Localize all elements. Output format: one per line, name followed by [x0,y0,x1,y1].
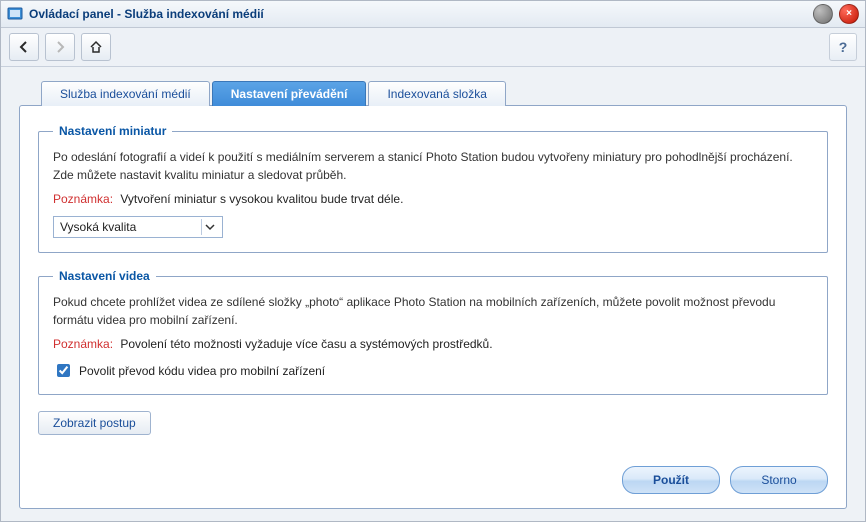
enable-mobile-transcode-checkbox[interactable] [57,364,70,377]
video-note: Poznámka: Povolení této možnosti vyžaduj… [53,337,813,351]
enable-mobile-transcode-row[interactable]: Povolit převod kódu videa pro mobilní za… [53,361,813,380]
content-area: Služba indexování médií Nastavení převád… [1,67,865,521]
video-settings-description: Pokud chcete prohlížet videa ze sdílené … [53,293,813,329]
window-title: Ovládací panel - Služba indexování médií [29,7,807,21]
arrow-right-icon [53,40,67,54]
help-button[interactable]: ? [829,33,857,61]
thumbnail-quality-value: Vysoká kvalita [60,220,136,234]
chevron-down-icon [201,219,218,235]
tab-media-index-service[interactable]: Služba indexování médií [41,81,210,106]
tab-indexed-folder[interactable]: Indexovaná složka [368,81,505,106]
forward-button[interactable] [45,33,75,61]
enable-mobile-transcode-label: Povolit převod kódu videa pro mobilní za… [79,364,325,378]
close-icon: × [846,9,852,19]
toolbar: ? [1,28,865,67]
arrow-left-icon [17,40,31,54]
thumbnail-settings-description: Po odeslání fotografií a videí k použití… [53,148,813,184]
tab-bar: Služba indexování médií Nastavení převád… [41,81,847,106]
home-button[interactable] [81,33,111,61]
control-panel-icon [7,6,23,22]
thumbnail-quality-select[interactable]: Vysoká kvalita [53,216,223,238]
home-icon [89,40,103,54]
tab-conversion-settings[interactable]: Nastavení převádění [212,81,367,106]
close-button[interactable]: × [839,4,859,24]
thumbnail-settings-group: Nastavení miniatur Po odeslání fotografi… [38,124,828,253]
tab-page-conversion: Nastavení miniatur Po odeslání fotografi… [19,105,847,509]
back-button[interactable] [9,33,39,61]
dialog-footer: Použít Storno [38,454,828,494]
titlebar: Ovládací panel - Služba indexování médií… [1,1,865,28]
thumbnail-note-text: Vytvoření miniatur s vysokou kvalitou bu… [120,192,403,206]
video-note-text: Povolení této možnosti vyžaduje více čas… [120,337,492,351]
window: Ovládací panel - Služba indexování médií… [0,0,866,522]
note-label: Poznámka: [53,337,113,351]
video-settings-group: Nastavení videa Pokud chcete prohlížet v… [38,269,828,395]
thumbnail-settings-legend: Nastavení miniatur [53,124,172,138]
minimize-button[interactable] [813,4,833,24]
window-buttons: × [813,4,859,24]
show-progress-button[interactable]: Zobrazit postup [38,411,151,435]
note-label: Poznámka: [53,192,113,206]
video-settings-legend: Nastavení videa [53,269,156,283]
thumbnail-note: Poznámka: Vytvoření miniatur s vysokou k… [53,192,813,206]
apply-button[interactable]: Použít [622,466,720,494]
cancel-button[interactable]: Storno [730,466,828,494]
